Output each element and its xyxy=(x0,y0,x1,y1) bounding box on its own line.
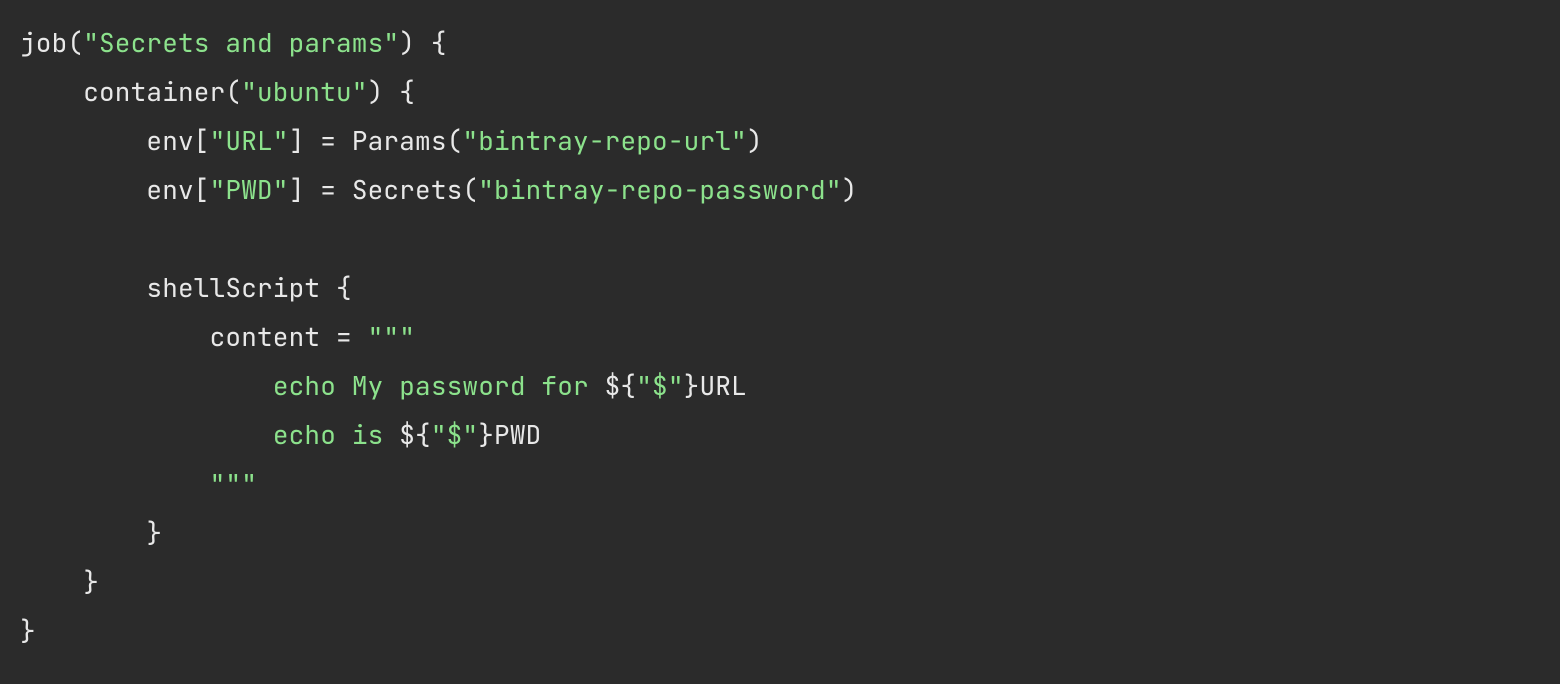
code-token-string: "$" xyxy=(636,368,683,403)
code-token: ) { xyxy=(399,25,446,60)
code-token-string xyxy=(20,417,273,452)
code-line: } xyxy=(20,613,36,648)
code-token-string: "bintray-repo-url" xyxy=(462,123,746,158)
code-token: }PWD xyxy=(478,417,541,452)
code-token: env[ xyxy=(20,172,210,207)
code-line: } xyxy=(20,515,162,550)
code-token-string: echo My password for xyxy=(273,368,605,403)
code-token: }URL xyxy=(684,368,747,403)
code-token: env[ xyxy=(20,123,210,158)
code-token-string: """ xyxy=(210,466,257,501)
code-token: ) { xyxy=(368,74,415,109)
code-token-string: """ xyxy=(368,319,415,354)
code-token-string: "ubuntu" xyxy=(241,74,367,109)
code-token: ] = Params( xyxy=(289,123,463,158)
code-line: shellScript { xyxy=(20,270,352,305)
code-line: env["PWD"] = Secrets("bintray-repo-passw… xyxy=(20,172,857,207)
code-line: env["URL"] = Params("bintray-repo-url") xyxy=(20,123,763,158)
code-token: container( xyxy=(20,74,241,109)
code-line: } xyxy=(20,564,99,599)
code-token: content = xyxy=(20,319,368,354)
code-token: ) xyxy=(842,172,858,207)
code-token-string: "$" xyxy=(431,417,478,452)
code-line: container("ubuntu") { xyxy=(20,74,415,109)
code-token-string xyxy=(20,368,273,403)
code-token: } xyxy=(20,564,99,599)
code-token: ${ xyxy=(605,368,637,403)
code-token-string: echo is xyxy=(273,417,399,452)
code-token: } xyxy=(20,515,162,550)
code-token-string: "bintray-repo-password" xyxy=(478,172,841,207)
code-token-string: "URL" xyxy=(210,123,289,158)
code-block: job("Secrets and params") { container("u… xyxy=(0,0,1560,675)
code-token: ) xyxy=(747,123,763,158)
code-token-string: "Secrets and params" xyxy=(83,25,399,60)
code-token: ] = Secrets( xyxy=(289,172,479,207)
code-line: content = """ xyxy=(20,319,415,354)
code-line: job("Secrets and params") { xyxy=(20,25,447,60)
code-token-string xyxy=(20,466,210,501)
code-token: } xyxy=(20,613,36,648)
code-token-string: "PWD" xyxy=(210,172,289,207)
code-line: """ xyxy=(20,466,257,501)
code-line: echo is ${"$"}PWD xyxy=(20,417,541,452)
code-token: shellScript { xyxy=(20,270,352,305)
code-token: job( xyxy=(20,25,83,60)
code-token: ${ xyxy=(399,417,431,452)
code-line: echo My password for ${"$"}URL xyxy=(20,368,747,403)
